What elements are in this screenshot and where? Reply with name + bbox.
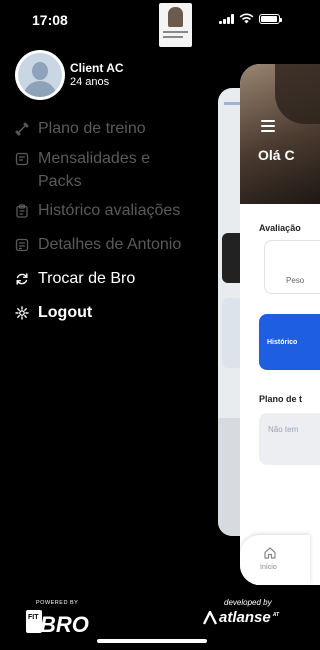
avatar[interactable]	[15, 50, 65, 100]
weight-value: -- kg	[291, 255, 313, 266]
home-icon	[264, 547, 276, 559]
wifi-icon	[239, 13, 254, 24]
refresh-icon	[16, 273, 28, 285]
gear-icon	[15, 306, 29, 320]
battery-icon	[259, 13, 282, 24]
pip-caption-line	[163, 31, 188, 33]
client-name: Client AC	[70, 61, 124, 75]
tab-home-label: Início	[260, 564, 277, 571]
status-icons	[219, 13, 282, 24]
powered-by-label: POWERED BY	[36, 600, 79, 606]
pip-video-thumbnail[interactable]	[159, 3, 192, 47]
weight-card: -- kg Peso	[264, 240, 320, 294]
svg-text:BRO: BRO	[40, 612, 89, 635]
dumbbell-icon	[15, 122, 29, 136]
menu-item-label: Histórico avaliações	[38, 202, 181, 219]
menu-item-label: Detalhes de Antonio	[38, 236, 182, 253]
menu-item-label: Logout	[38, 304, 93, 321]
empty-plan-card: Não tem	[259, 413, 320, 465]
menu-item-trocar-de-bro[interactable]: Trocar de Bro	[15, 267, 135, 290]
hamburger-icon[interactable]	[261, 120, 275, 135]
details-icon	[15, 238, 29, 252]
hero-image	[240, 64, 320, 204]
developer-name: atlanse	[219, 609, 271, 626]
weight-caption: Peso	[286, 276, 305, 285]
section-evaluation-label: Avaliação	[259, 223, 301, 233]
user-placeholder-icon	[18, 53, 62, 97]
fitbro-logo: FIT BRO	[26, 610, 89, 635]
battery-level	[261, 15, 278, 22]
signal-icon	[219, 13, 234, 24]
greeting-text: Olá C	[258, 147, 295, 163]
developer-sup: AT	[272, 611, 279, 618]
menu-item-label: Plano de treino	[38, 120, 146, 137]
svg-text:FIT: FIT	[28, 614, 39, 621]
menu-item-label: Trocar de Bro	[38, 270, 136, 287]
developed-by-label: developed by	[224, 598, 272, 607]
pip-caption-line	[163, 36, 183, 38]
receipt-icon	[15, 152, 29, 166]
logout-button[interactable]: Logout	[15, 301, 92, 324]
tab-home[interactable]: Início	[240, 535, 310, 585]
menu-item-label: Mensalidades e Packs	[38, 150, 151, 190]
home-indicator	[97, 639, 207, 643]
menu-item-historico-avaliacoes[interactable]: Histórico avaliações	[15, 199, 180, 222]
pip-photo	[168, 7, 183, 27]
clipboard-icon	[16, 204, 28, 218]
atlanse-a-icon	[203, 610, 217, 625]
client-age: 24 anos	[70, 76, 110, 88]
section-plan-label: Plano de t	[259, 394, 303, 404]
status-bar: 17:08	[0, 0, 300, 47]
atlanse-logo: atlanse AT	[203, 609, 279, 626]
status-time: 17:08	[32, 12, 68, 28]
empty-plan-text: Não tem	[268, 425, 299, 434]
history-button-label: Histórico	[267, 339, 298, 346]
history-button[interactable]: Histórico	[259, 314, 320, 370]
menu-item-plano-de-treino[interactable]: Plano de treino	[15, 117, 146, 140]
menu-item-detalhes[interactable]: Detalhes de Antonio	[15, 233, 181, 256]
menu-item-mensalidades[interactable]: Mensalidades e Packs	[15, 147, 185, 193]
